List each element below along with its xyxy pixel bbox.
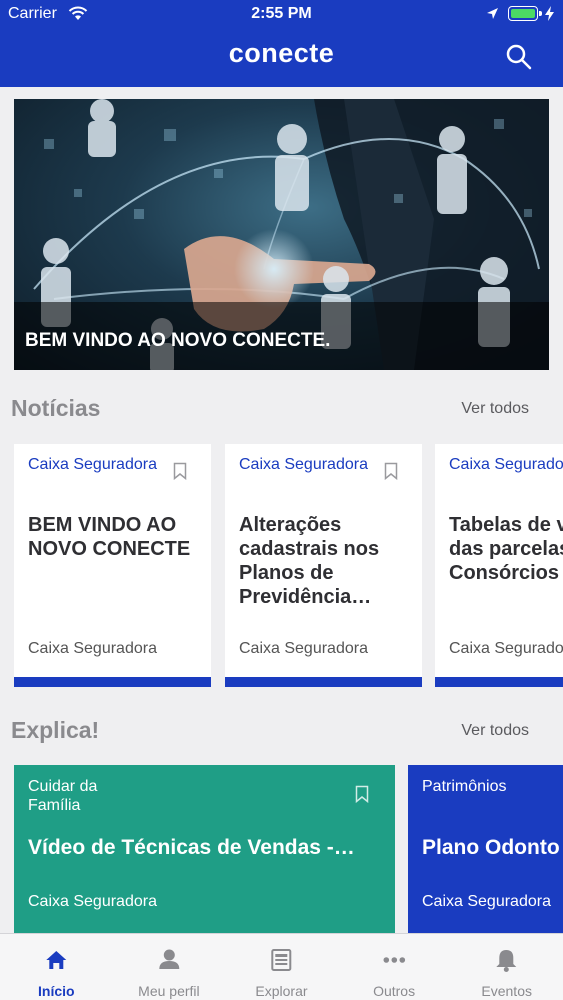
bell-icon	[496, 950, 517, 972]
search-icon[interactable]	[504, 42, 534, 72]
person-icon	[158, 949, 179, 969]
news-card-source: Caixa Seguradora	[28, 640, 157, 657]
tab-eventos[interactable]: Eventos	[450, 934, 563, 1000]
news-card-category: Caixa Seguradora	[28, 456, 157, 473]
bookmark-icon[interactable]	[355, 785, 369, 803]
app-header: Carrier 2:55 PM conecte	[0, 0, 563, 87]
news-section-title: Notícias	[11, 395, 101, 421]
tab-inicio[interactable]: Início	[0, 934, 113, 1000]
news-card-accent-strip	[225, 677, 422, 687]
clock: 2:55 PM	[251, 5, 312, 22]
tab-label: Outros	[373, 983, 416, 999]
status-bar: Carrier 2:55 PM	[0, 0, 563, 28]
location-arrow-icon	[487, 8, 498, 19]
charging-bolt-icon	[545, 6, 554, 21]
explica-card-title: Vídeo de Técnicas de Vendas -…	[28, 836, 355, 859]
news-card-category: Caixa Seguradora	[449, 456, 563, 473]
hero-banner[interactable]: BEM VINDO AO NOVO CONECTE.	[14, 99, 549, 370]
explica-card[interactable]: Patrimônios Plano Odonto Caixa Segurador…	[408, 765, 563, 935]
news-card[interactable]: Caixa Seguradora Alterações cadastrais n…	[225, 444, 422, 687]
bookmark-icon[interactable]	[173, 462, 187, 480]
more-icon	[383, 957, 405, 963]
tab-label: Eventos	[481, 983, 532, 999]
explica-see-all-link[interactable]: Ver todos	[461, 722, 529, 740]
home-icon	[46, 951, 67, 969]
explica-card-title: Plano Odonto	[422, 836, 560, 859]
news-card-title: Alterações cadastrais nos Planos de Prev…	[239, 514, 380, 608]
tab-meu-perfil[interactable]: Meu perfil	[113, 934, 226, 1000]
tab-label: Meu perfil	[138, 983, 200, 999]
explica-card-category: Cuidar da Família	[28, 778, 98, 814]
news-card-source: Caixa Seguradora	[449, 640, 563, 657]
news-card-accent-strip	[435, 677, 563, 687]
news-card-title: Tabelas de valores das parcelas Consórci…	[449, 514, 563, 584]
news-card-accent-strip	[14, 677, 211, 687]
hero-caption: BEM VINDO AO NOVO CONECTE.	[25, 330, 331, 351]
battery-icon	[508, 6, 542, 21]
tab-label: Início	[38, 983, 75, 999]
tab-outros[interactable]: Outros	[338, 934, 451, 1000]
tab-explorar[interactable]: Explorar	[225, 934, 338, 1000]
app-title: conecte	[228, 38, 335, 68]
bookmark-icon[interactable]	[384, 462, 398, 480]
newspaper-icon	[271, 949, 292, 971]
explica-card-category: Patrimônios	[422, 778, 507, 795]
news-card[interactable]: Caixa Seguradora Tabelas de valores das …	[435, 444, 563, 687]
news-card-source: Caixa Seguradora	[239, 640, 368, 657]
news-see-all-link[interactable]: Ver todos	[461, 400, 529, 418]
explica-section-title: Explica!	[11, 717, 100, 743]
news-card[interactable]: Caixa Seguradora BEM VINDO AO NOVO CONEC…	[14, 444, 211, 687]
bottom-tab-bar: Início Meu perfil Explorar Outros Evento…	[0, 933, 563, 1000]
explica-card-source: Caixa Seguradora	[422, 893, 551, 910]
news-card-title: BEM VINDO AO NOVO CONECTE	[28, 514, 191, 560]
tab-label: Explorar	[255, 983, 308, 999]
news-card-category: Caixa Seguradora	[239, 456, 368, 473]
explica-card-source: Caixa Seguradora	[28, 893, 157, 910]
explica-card[interactable]: Cuidar da Família Vídeo de Técnicas de V…	[14, 765, 395, 935]
